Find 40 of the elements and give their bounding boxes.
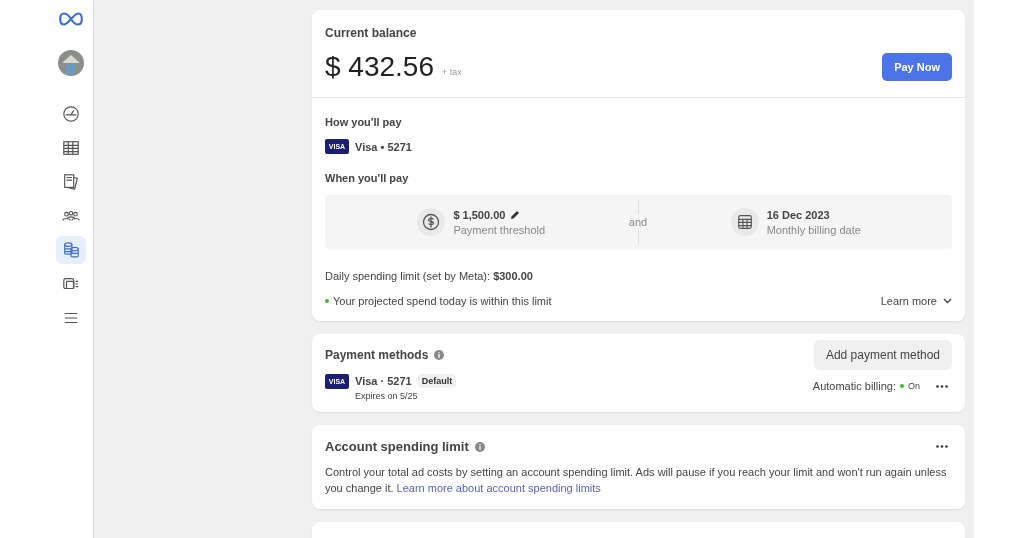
tax-note: + tax (442, 67, 462, 77)
card-label: Visa · 5271 (355, 375, 412, 387)
add-payment-method-button[interactable]: Add payment method (813, 340, 952, 370)
expiry-text: Expires on 5/25 (355, 391, 419, 401)
learn-more-link[interactable]: Learn more about account spending limits (396, 482, 601, 494)
balance-amount: $ 432.56 (325, 51, 434, 83)
projection-text: Your projected spend today is within this limit (333, 295, 552, 307)
coins-icon (62, 241, 80, 259)
calendar-icon (730, 208, 759, 236)
billing-date: 16 Dec 2023 (766, 208, 831, 221)
threshold-value: $ 1,500.00 (453, 208, 506, 221)
pages-icon (62, 173, 80, 191)
auto-billing-label: Automatic billing: (812, 380, 896, 392)
more-icon (936, 384, 948, 388)
section-title: When you'll pay (325, 172, 409, 184)
gauge-icon (62, 105, 80, 123)
info-icon (474, 441, 485, 452)
nav-item[interactable] (56, 236, 86, 264)
auto-billing-status: On (908, 381, 920, 391)
dollar-icon (417, 208, 446, 236)
learn-more-button[interactable]: Learn more (880, 295, 952, 307)
info-icon (434, 350, 445, 360)
card-title: Account spending limit (325, 439, 469, 454)
default-badge: Default (417, 374, 457, 388)
card-title: Current balance (325, 26, 417, 40)
more-icon (936, 445, 948, 448)
description-text: Control your total ad costs by setting an account spending limit. Ads will pause if you reach your limit and won't run again unless you change it. Learn more about account spending limits (325, 465, 948, 496)
threshold-label: Payment threshold (453, 223, 546, 236)
avatar[interactable] (58, 50, 84, 76)
chevron-icon (943, 298, 952, 304)
table-icon (62, 139, 80, 157)
edit-icon[interactable] (510, 209, 521, 220)
billing-date-label: Monthly billing date (766, 223, 861, 236)
card-label: Visa • 5271 (355, 140, 412, 153)
pay-now-button[interactable]: Pay Now (882, 53, 952, 81)
section-title: How you'll pay (325, 116, 402, 128)
infinity-logo[interactable] (59, 12, 83, 26)
daily-limit-text: Daily spending limit (set by Meta): $300.00 (325, 270, 533, 282)
card-title: Payment methods (325, 348, 429, 362)
connector-text: and (628, 214, 648, 230)
